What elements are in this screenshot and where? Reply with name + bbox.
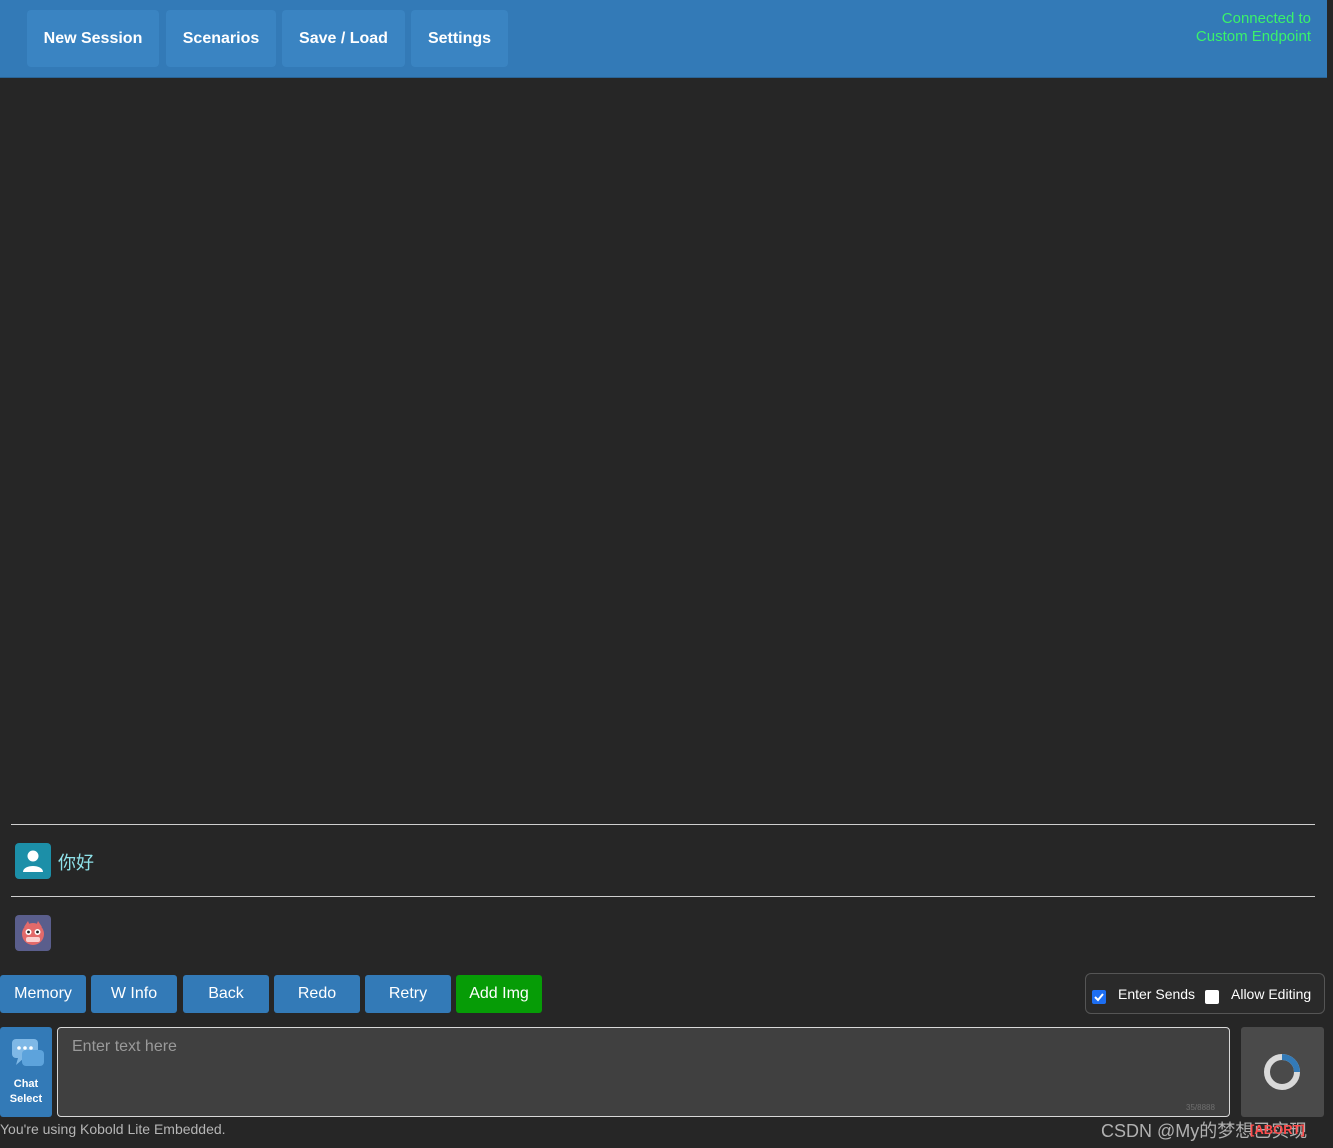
allow-editing-label: Allow Editing [1231, 986, 1312, 1002]
kobold-lite-window: New Session Scenarios Save / Load Settin… [0, 0, 1333, 1148]
abort-button[interactable]: [ABORT] [1250, 1122, 1305, 1137]
footer-note: You're using Kobold Lite Embedded. [0, 1121, 226, 1137]
redo-button[interactable]: Redo [274, 975, 360, 1013]
chat-bubble-icon [12, 1039, 44, 1066]
loading-spinner-icon [1264, 1054, 1300, 1090]
back-button[interactable]: Back [183, 975, 269, 1013]
user-avatar-icon [15, 843, 51, 879]
add-img-button[interactable]: Add Img [456, 975, 542, 1013]
connection-status-line2: Custom Endpoint [1195, 28, 1311, 45]
new-session-button[interactable]: New Session [27, 10, 159, 67]
enter-sends-label: Enter Sends [1118, 986, 1196, 1002]
connection-status-line1: Connected to [1221, 10, 1311, 27]
chat-select-label-line1: Chat [13, 1078, 39, 1090]
message-input[interactable] [57, 1027, 1230, 1117]
top-menu-bar: New Session Scenarios Save / Load Settin… [0, 0, 1327, 78]
message-divider [11, 824, 1315, 825]
bot-avatar-icon [15, 915, 51, 951]
user-message-text: 你好 [58, 853, 94, 873]
allow-editing-checkbox[interactable] [1205, 990, 1219, 1004]
options-box: Enter Sends Allow Editing [1085, 973, 1325, 1014]
memory-button[interactable]: Memory [0, 975, 86, 1013]
char-counter: 35/8888 [1186, 1103, 1215, 1112]
chat-select-button[interactable]: Chat Select [0, 1027, 52, 1117]
scenarios-button[interactable]: Scenarios [166, 10, 276, 67]
chat-select-label-line2: Select [9, 1093, 43, 1105]
message-divider [11, 896, 1315, 897]
retry-button[interactable]: Retry [365, 975, 451, 1013]
settings-button[interactable]: Settings [411, 10, 508, 67]
world-info-button[interactable]: W Info [91, 975, 177, 1013]
connection-status: Connected to Custom Endpoint [1196, 10, 1311, 46]
send-button[interactable] [1241, 1027, 1324, 1117]
enter-sends-checkbox[interactable] [1092, 990, 1106, 1004]
save-load-button[interactable]: Save / Load [282, 10, 405, 67]
